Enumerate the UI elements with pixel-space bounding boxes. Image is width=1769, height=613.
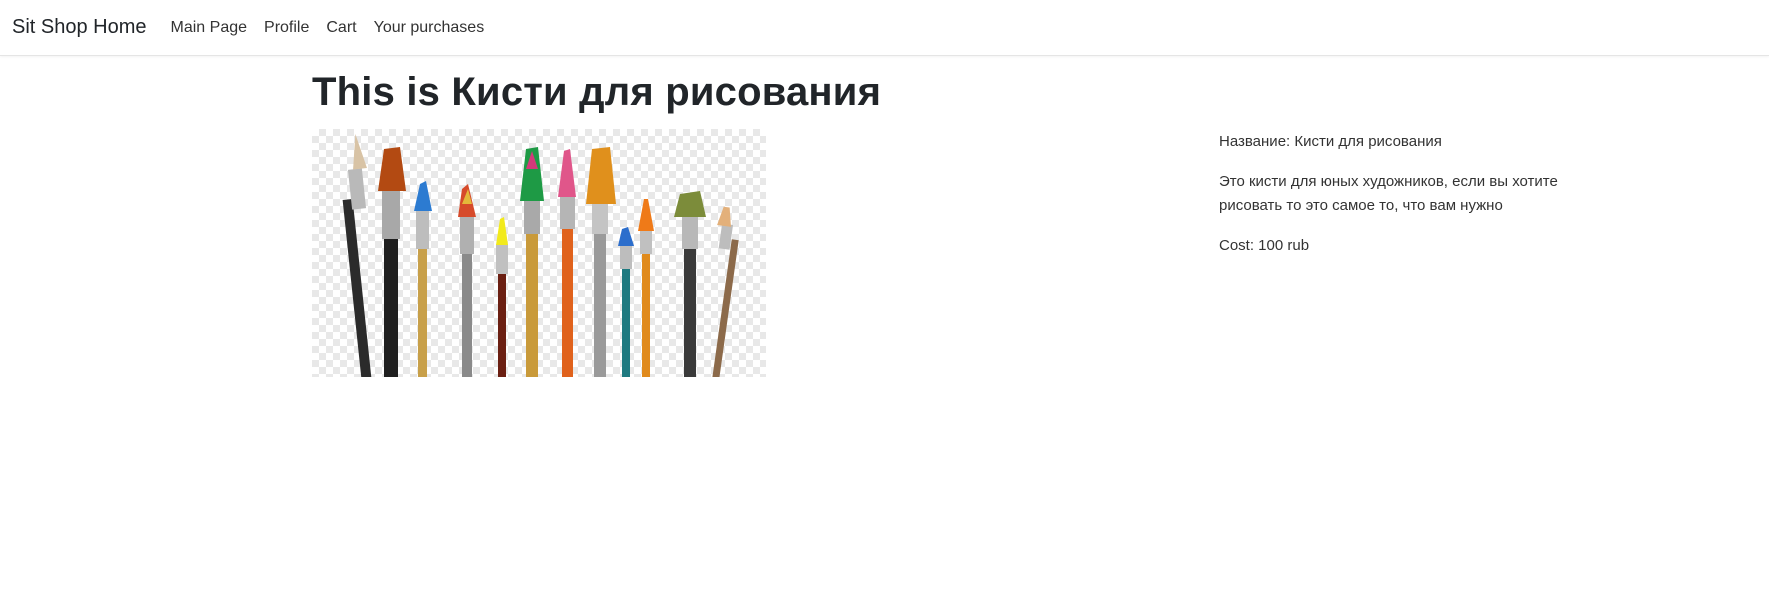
brush-10 [638, 199, 654, 377]
brush-3 [414, 181, 432, 377]
brush-6 [520, 147, 544, 377]
brush-5 [496, 217, 508, 377]
brush-7 [558, 149, 576, 377]
nav-profile-link[interactable]: Profile [264, 19, 309, 37]
nav-cart-link[interactable]: Cart [326, 19, 356, 37]
brush-11 [674, 191, 706, 377]
brush-1 [342, 134, 372, 377]
brush-9 [618, 227, 634, 377]
brand-link[interactable]: Sit Shop Home [12, 16, 147, 39]
navbar: Sit Shop Home Main Page Profile Cart You… [0, 0, 1769, 56]
nav-main-page-link[interactable]: Main Page [171, 19, 248, 37]
brush-4 [458, 184, 476, 377]
nav-links: Main Page Profile Cart Your purchases [171, 19, 502, 37]
product-image [312, 129, 766, 377]
product-cost: Cost: 100 rub [1219, 237, 1310, 254]
paintbrushes-image [342, 134, 739, 377]
brush-12 [712, 206, 739, 377]
product-description: Это кисти для юных художников, если вы х… [1219, 173, 1558, 214]
product-info: Название: Кисти для рисования Это кисти … [1219, 130, 1599, 274]
brush-2 [378, 147, 406, 377]
page-title: This is Кисти для рисования [312, 70, 882, 114]
nav-purchases-link[interactable]: Your purchases [374, 19, 485, 37]
product-name: Название: Кисти для рисования [1219, 133, 1442, 150]
brush-8 [586, 147, 616, 377]
